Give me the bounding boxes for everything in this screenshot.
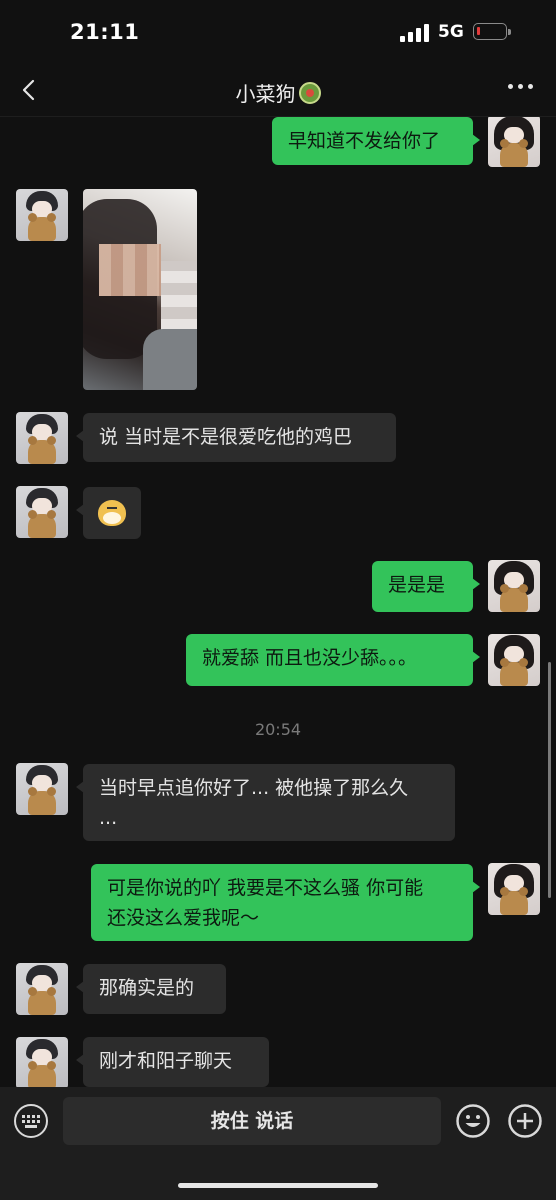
my-avatar[interactable]	[488, 116, 540, 167]
home-indicator[interactable]	[178, 1183, 378, 1188]
input-bar: 按住 说话	[0, 1087, 556, 1200]
message-list[interactable]: 早知道不发给你了 说 当时是不是很爱吃他的鸡巴 是是是 就爱舔 而且也没少舔。。…	[0, 116, 556, 1087]
battery-icon	[473, 23, 511, 40]
contact-avatar[interactable]	[16, 963, 68, 1015]
keyboard-toggle-button[interactable]	[14, 1104, 48, 1138]
signal-icon	[400, 24, 432, 42]
contact-avatar[interactable]	[16, 189, 68, 241]
chat-header: 小菜狗	[0, 66, 556, 117]
outgoing-message-bubble[interactable]: 是是是	[372, 561, 480, 612]
network-type: 5G	[438, 22, 464, 42]
more-options-icon[interactable]	[508, 84, 534, 92]
contact-avatar[interactable]	[16, 486, 68, 538]
veggie-emoji-icon	[298, 81, 321, 104]
contact-avatar[interactable]	[16, 1037, 68, 1087]
contact-avatar[interactable]	[16, 412, 68, 464]
keyboard-icon	[22, 1115, 40, 1128]
hold-to-talk-button[interactable]: 按住 说话	[63, 1097, 441, 1145]
status-time: 21:11	[70, 20, 140, 44]
message-timestamp: 20:54	[254, 720, 302, 739]
incoming-message-bubble[interactable]: 当时早点追你好了... 被他操了那么久 ...	[76, 764, 455, 841]
status-bar: 21:11 5G	[0, 0, 556, 66]
my-avatar[interactable]	[488, 634, 540, 686]
doge-emoji-icon	[98, 500, 126, 526]
image-message[interactable]	[83, 189, 197, 390]
my-avatar[interactable]	[488, 560, 540, 612]
contact-avatar[interactable]	[16, 763, 68, 815]
incoming-message-bubble[interactable]: 那确实是的	[76, 964, 226, 1014]
plus-button[interactable]	[508, 1104, 542, 1138]
my-avatar[interactable]	[488, 863, 540, 915]
chat-title: 小菜狗	[235, 82, 296, 106]
outgoing-message-bubble[interactable]: 就爱舔 而且也没少舔。。。	[186, 634, 480, 686]
outgoing-message-bubble[interactable]: 可是你说的吖 我要是不这么骚 你可能 还没这么爱我呢～	[91, 864, 480, 941]
outgoing-message-bubble[interactable]: 早知道不发给你了	[272, 117, 480, 165]
scrollbar[interactable]	[548, 662, 551, 898]
sticker-message[interactable]	[76, 487, 141, 539]
emoji-button[interactable]	[456, 1104, 490, 1138]
incoming-message-bubble[interactable]: 说 当时是不是很爱吃他的鸡巴	[76, 413, 396, 462]
incoming-message-bubble[interactable]: 刚才和阳子聊天	[76, 1037, 269, 1087]
